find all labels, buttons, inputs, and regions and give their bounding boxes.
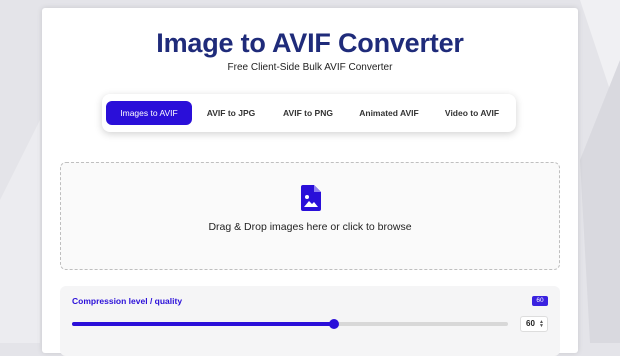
quality-slider-fill	[72, 322, 334, 326]
converter-tabs: Images to AVIF AVIF to JPG AVIF to PNG A…	[102, 94, 516, 132]
quality-slider-thumb[interactable]	[328, 319, 339, 329]
quality-panel: Compression level / quality 60 60 ▲ ▼	[60, 286, 560, 356]
main-card: Image to AVIF Converter Free Client-Side…	[42, 8, 578, 356]
tab-avif-to-png[interactable]: AVIF to PNG	[270, 101, 346, 125]
tab-video-to-avif[interactable]: Video to AVIF	[432, 101, 512, 125]
tab-avif-to-jpg[interactable]: AVIF to JPG	[192, 101, 270, 125]
quality-number-value: 60	[526, 319, 535, 328]
image-file-icon	[301, 185, 321, 211]
page-subtitle: Free Client-Side Bulk AVIF Converter	[227, 62, 393, 73]
quality-number-input[interactable]: 60 ▲ ▼	[520, 316, 548, 332]
spinner-arrows-icon[interactable]: ▲ ▼	[539, 320, 544, 329]
quality-badge: 60	[532, 296, 548, 306]
tab-images-to-avif[interactable]: Images to AVIF	[106, 101, 192, 125]
file-dropzone[interactable]: Drag & Drop images here or click to brow…	[60, 162, 560, 270]
tab-animated-avif[interactable]: Animated AVIF	[346, 101, 432, 125]
quality-label: Compression level / quality	[72, 296, 183, 306]
dropzone-text: Drag & Drop images here or click to brow…	[208, 221, 412, 233]
page-title: Image to AVIF Converter	[156, 28, 464, 58]
quality-slider[interactable]	[72, 319, 508, 329]
